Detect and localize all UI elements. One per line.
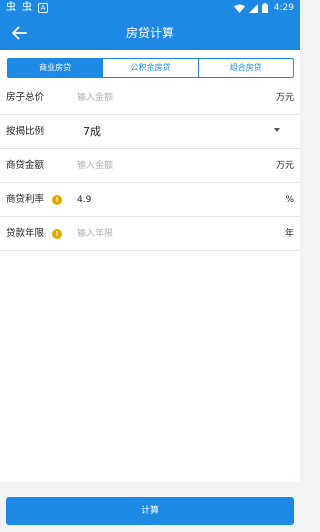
total-price-label: 房子总价 [6, 92, 45, 103]
bug-icon: 虫 [22, 2, 32, 13]
status-bar: 虫 虫 A 4:29 [0, 0, 300, 16]
page-title: 房贷计算 [125, 26, 174, 40]
signal-icon [248, 3, 258, 13]
down-ratio-label: 按揭比例 [6, 126, 45, 137]
app-bar: 房贷计算 [0, 16, 300, 50]
total-price-unit: 万元 [275, 93, 294, 103]
wifi-icon [233, 4, 245, 13]
bug-icon: 虫 [6, 2, 16, 13]
rate-input[interactable]: 4.9 [77, 183, 91, 217]
status-bar-right: 4:29 [233, 2, 294, 14]
loan-amount-unit: 万元 [275, 161, 294, 171]
main-content: 商业房贷 公积金房贷 组合房贷 房子总价 输入金额 万元 按揭比例 7成 商贷金… [0, 50, 300, 482]
loan-amount-input[interactable]: 输入金额 [77, 149, 113, 183]
status-bar-left: 虫 虫 A [6, 2, 48, 14]
down-ratio-select[interactable]: 7成 [83, 115, 101, 149]
form-row-total-price: 房子总价 输入金额 万元 [0, 81, 300, 115]
rate-label: 商贷利率 [6, 194, 45, 205]
loan-type-tabs: 商业房贷 公积金房贷 组合房贷 [7, 58, 294, 78]
form-row-years: 贷款年限 ! 输入年限 年 [0, 217, 300, 251]
years-label: 贷款年限 [6, 228, 45, 239]
form-row-down-ratio[interactable]: 按揭比例 7成 [0, 115, 300, 149]
form-row-loan-amount: 商贷金额 输入金额 万元 [0, 149, 300, 183]
chevron-down-icon[interactable] [274, 128, 280, 132]
tab-commercial-loan[interactable]: 商业房贷 [8, 59, 103, 77]
total-price-input[interactable]: 输入金额 [77, 81, 113, 115]
rate-unit: % [285, 195, 294, 205]
tab-combined-loan[interactable]: 组合房贷 [197, 59, 293, 77]
tab-provident-fund-loan[interactable]: 公积金房贷 [102, 59, 198, 77]
years-input[interactable]: 输入年限 [77, 217, 113, 251]
status-time: 4:29 [273, 3, 294, 13]
battery-icon [261, 3, 268, 13]
loan-amount-label: 商贷金额 [6, 160, 45, 171]
form-row-rate: 商贷利率 ! 4.9 % [0, 183, 300, 217]
calculate-button[interactable]: 计算 [6, 497, 294, 525]
info-icon[interactable]: ! [52, 229, 62, 239]
info-icon[interactable]: ! [52, 195, 62, 205]
a-icon: A [38, 3, 48, 13]
years-unit: 年 [284, 229, 294, 239]
